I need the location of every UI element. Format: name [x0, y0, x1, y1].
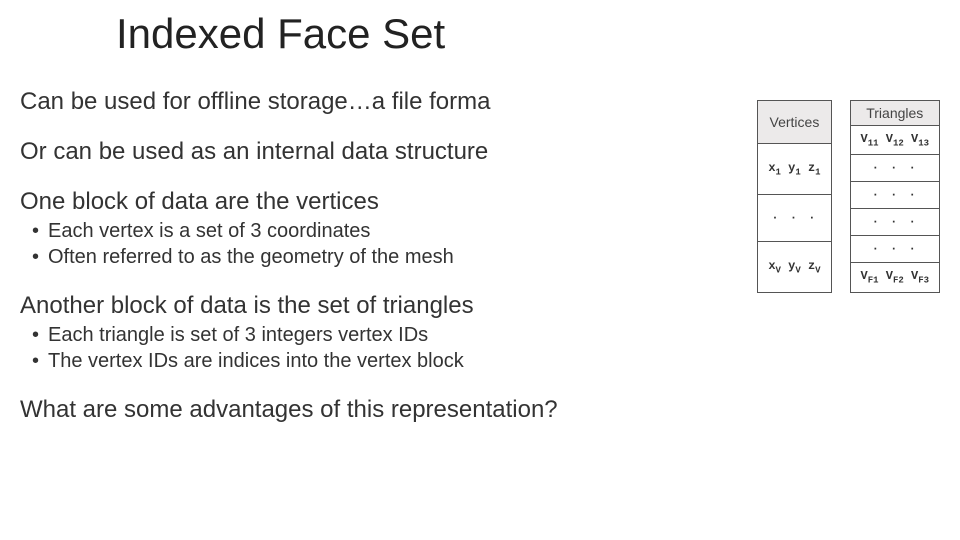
- table-cell: V11 V12 V13: [850, 126, 939, 155]
- paragraph-5: What are some advantages of this represe…: [20, 396, 930, 424]
- table-header: Vertices: [758, 101, 831, 144]
- paragraph-4: Another block of data is the set of tria…: [20, 292, 930, 320]
- tables-area: Verticesx1 y1 z1· · ·xV yV zV TrianglesV…: [757, 100, 940, 293]
- table-cell: · · ·: [850, 155, 939, 182]
- table-cell: · · ·: [758, 195, 831, 242]
- table-cell: xV yV zV: [758, 241, 831, 292]
- group-triangles: Another block of data is the set of tria…: [20, 292, 930, 374]
- bullet-item: The vertex IDs are indices into the vert…: [48, 348, 930, 374]
- table-cell: VF1 VF2 VF3: [850, 263, 939, 292]
- table-cell: · · ·: [850, 182, 939, 209]
- slide: Indexed Face Set Can be used for offline…: [0, 0, 960, 540]
- bullets-triangles: Each triangle is set of 3 integers verte…: [20, 322, 930, 374]
- triangles-table: TrianglesV11 V12 V13· · ·· · ·· · ·· · ·…: [850, 100, 940, 293]
- table-cell: · · ·: [850, 209, 939, 236]
- bullet-item: Each triangle is set of 3 integers verte…: [48, 322, 930, 348]
- table-cell: · · ·: [850, 236, 939, 263]
- vertices-table: Verticesx1 y1 z1· · ·xV yV zV: [757, 100, 831, 293]
- slide-title: Indexed Face Set: [116, 10, 940, 58]
- table-header: Triangles: [850, 101, 939, 126]
- table-cell: x1 y1 z1: [758, 144, 831, 195]
